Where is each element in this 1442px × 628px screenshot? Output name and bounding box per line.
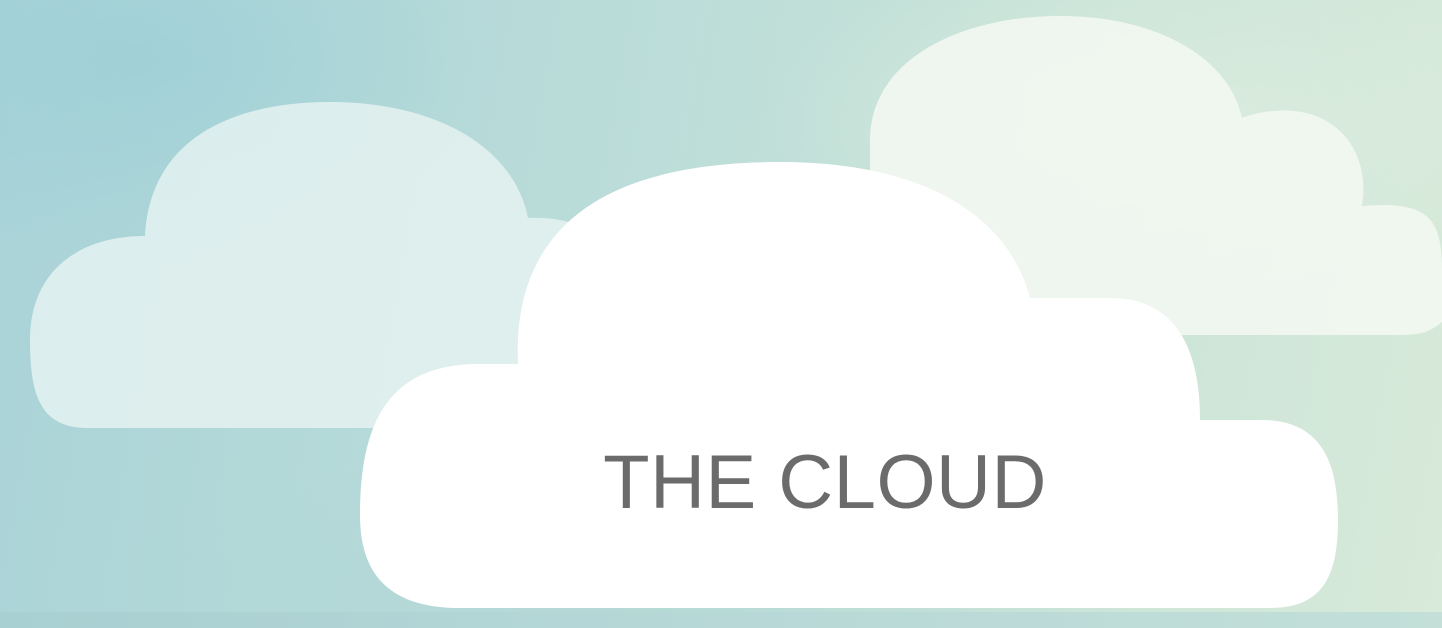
cloud-illustration [30, 16, 1442, 608]
bottom-strip [0, 612, 1442, 628]
cloud-label: THE CLOUD [603, 440, 1047, 525]
sky-banner: THE CLOUD [0, 0, 1442, 628]
